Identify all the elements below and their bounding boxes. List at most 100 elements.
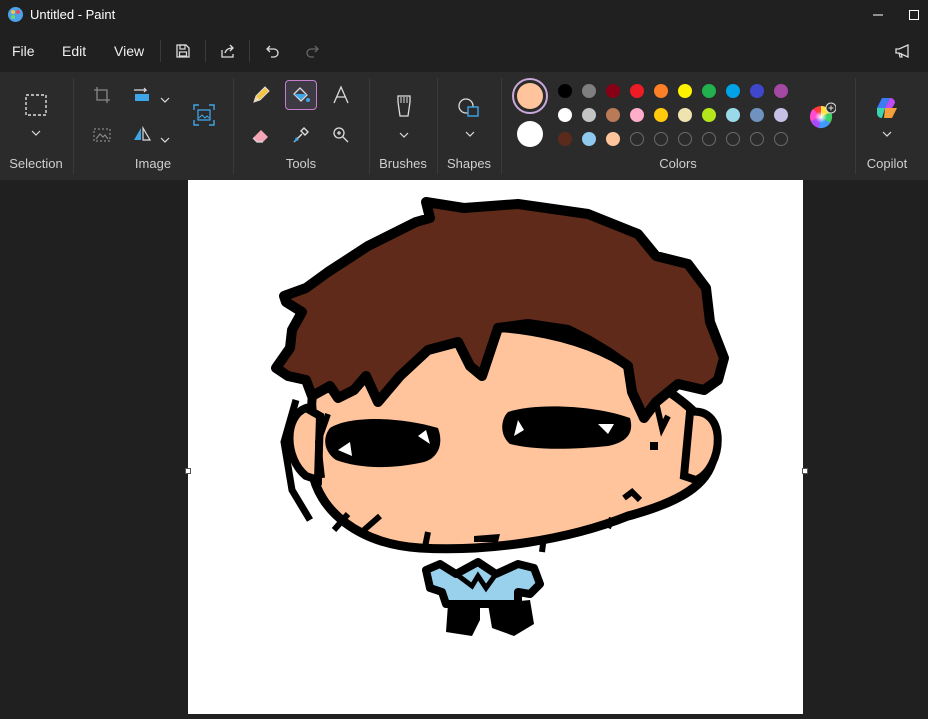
color-swatch[interactable] [750, 84, 764, 98]
right-leg [488, 600, 534, 636]
pencil-icon [253, 86, 270, 103]
shapes-dropdown-icon[interactable] [465, 125, 475, 143]
custom-color-slot[interactable] [774, 132, 788, 146]
resize-icon [193, 104, 215, 126]
color-wheel-icon [810, 102, 836, 129]
title-bar [0, 0, 928, 30]
color-swatch[interactable] [654, 84, 668, 98]
custom-color-slot[interactable] [630, 132, 644, 146]
rotate-dropdown-icon[interactable] [160, 91, 170, 109]
flip-icon [134, 126, 152, 141]
menu-separator [160, 40, 161, 62]
color-swatch[interactable] [630, 84, 644, 98]
feedback-button[interactable] [889, 38, 917, 64]
custom-color-slot[interactable] [726, 132, 740, 146]
minimize-button[interactable] [855, 0, 901, 30]
group-label-brushes: Brushes [379, 156, 427, 171]
color-picker-button[interactable] [285, 120, 317, 150]
color-swatch[interactable] [654, 108, 668, 122]
maximize-button[interactable] [900, 0, 928, 30]
menu-separator [205, 40, 206, 62]
crop-icon [94, 87, 110, 103]
color-swatch[interactable] [630, 108, 644, 122]
share-icon [221, 44, 234, 58]
undo-button[interactable] [259, 38, 287, 64]
color-swatch[interactable] [582, 132, 596, 146]
color-palette [558, 84, 798, 148]
brushes-dropdown-icon[interactable] [399, 126, 409, 144]
redo-icon [306, 45, 319, 58]
color-swatch[interactable] [774, 84, 788, 98]
color-swatch[interactable] [726, 84, 740, 98]
copilot-icon [877, 98, 897, 118]
canvas-resize-handle-left[interactable] [185, 468, 191, 474]
color-swatch[interactable] [702, 108, 716, 122]
color-swatch[interactable] [558, 84, 572, 98]
menu-edit[interactable]: Edit [62, 43, 86, 59]
secondary-color-button[interactable] [517, 121, 543, 147]
pencil-button[interactable] [245, 80, 277, 110]
paint-app-icon [7, 6, 24, 23]
flip-dropdown-icon[interactable] [160, 131, 170, 149]
fill-bucket-icon [293, 87, 310, 102]
chibi-drawing [271, 197, 729, 636]
save-button[interactable] [169, 38, 197, 64]
undo-icon [266, 45, 279, 58]
custom-color-slot[interactable] [750, 132, 764, 146]
color-swatch[interactable] [606, 132, 620, 146]
color-swatch[interactable] [582, 108, 596, 122]
color-swatch[interactable] [678, 84, 692, 98]
remove-background-icon [93, 128, 111, 142]
custom-color-slot[interactable] [678, 132, 692, 146]
magnifier-button[interactable] [325, 120, 357, 150]
custom-color-slot[interactable] [702, 132, 716, 146]
color-swatch[interactable] [582, 84, 596, 98]
color-swatch[interactable] [726, 108, 740, 122]
text-button[interactable] [325, 80, 357, 110]
text-icon [333, 85, 349, 104]
brushes-button[interactable] [388, 92, 420, 122]
copilot-button[interactable] [871, 93, 903, 123]
eraser-button[interactable] [245, 120, 277, 150]
redo-button[interactable] [298, 38, 326, 64]
resize-button[interactable] [188, 100, 220, 130]
group-label-selection: Selection [9, 156, 63, 171]
right-ear [679, 407, 722, 485]
selection-dropdown-icon[interactable] [31, 124, 41, 142]
menu-view[interactable]: View [114, 43, 144, 59]
shapes-button[interactable] [453, 93, 485, 123]
color-swatch[interactable] [774, 108, 788, 122]
brush-icon [397, 95, 411, 117]
save-icon [176, 44, 190, 58]
left-eye [325, 419, 441, 468]
group-label-copilot: Copilot [866, 156, 908, 171]
color-swatch[interactable] [606, 84, 620, 98]
color-swatch[interactable] [702, 84, 716, 98]
crop-button[interactable] [86, 80, 118, 110]
megaphone-icon [895, 43, 909, 59]
shapes-icon [458, 98, 479, 117]
drawing-canvas[interactable] [185, 180, 808, 714]
color-swatch[interactable] [606, 108, 620, 122]
color-swatch[interactable] [678, 108, 692, 122]
selection-button[interactable] [20, 90, 52, 120]
edit-colors-button[interactable] [806, 101, 838, 131]
rotate-button[interactable] [126, 80, 158, 110]
left-leg [446, 604, 480, 636]
custom-color-slot[interactable] [654, 132, 668, 146]
menu-file[interactable]: File [12, 43, 35, 59]
remove-background-button[interactable] [86, 120, 118, 150]
group-label-colors: Colors [659, 156, 697, 171]
rotate-icon [134, 87, 149, 101]
color-swatch[interactable] [558, 108, 572, 122]
fill-button[interactable] [285, 80, 317, 110]
flip-button[interactable] [126, 120, 158, 150]
copilot-dropdown-icon[interactable] [882, 125, 892, 143]
color-swatch[interactable] [750, 108, 764, 122]
share-button[interactable] [214, 38, 242, 64]
color-swatch[interactable] [558, 132, 572, 146]
canvas-resize-handle-right[interactable] [802, 468, 808, 474]
primary-color-button[interactable] [512, 78, 548, 114]
group-label-image: Image [134, 156, 172, 171]
group-label-tools: Tools [285, 156, 317, 171]
